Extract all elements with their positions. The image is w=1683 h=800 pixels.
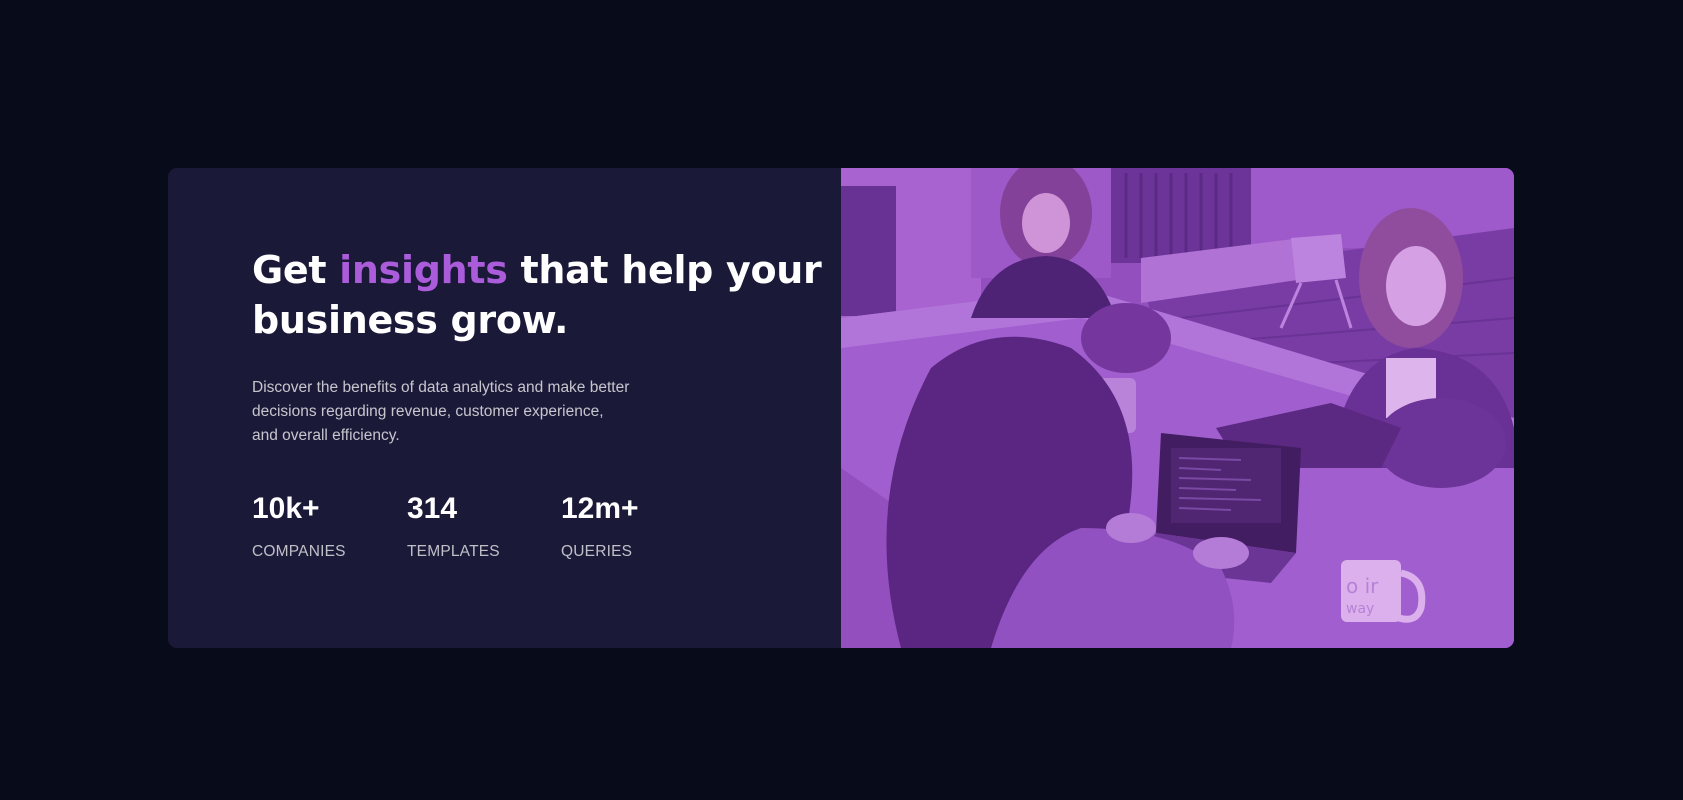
card-text-panel: Get insights that help your business gro… [168, 168, 841, 648]
description: Discover the benefits of data analytics … [252, 379, 630, 444]
stat-label: TEMPLATES [407, 543, 500, 560]
headline: Get insights that help your business gro… [252, 245, 841, 345]
stat-value: 12m+ [561, 492, 639, 525]
office-photo-illustration: o ir way [841, 168, 1514, 648]
stats-row: 10k+ COMPANIES 314 TEMPLATES 12m+ QUERIE… [252, 492, 841, 562]
office-photo: o ir way [841, 168, 1514, 648]
stat-templates: 314 TEMPLATES [407, 492, 561, 562]
stats-preview-card: Get insights that help your business gro… [168, 168, 1514, 648]
headline-accent-word: insights [339, 248, 508, 292]
stat-queries: 12m+ QUERIES [561, 492, 681, 562]
stat-value: 314 [407, 492, 458, 525]
stat-label: QUERIES [561, 543, 633, 560]
stat-companies: 10k+ COMPANIES [252, 492, 407, 562]
stat-label: COMPANIES [252, 543, 346, 560]
headline-start: Get [252, 248, 340, 292]
stat-value: 10k+ [252, 492, 320, 525]
